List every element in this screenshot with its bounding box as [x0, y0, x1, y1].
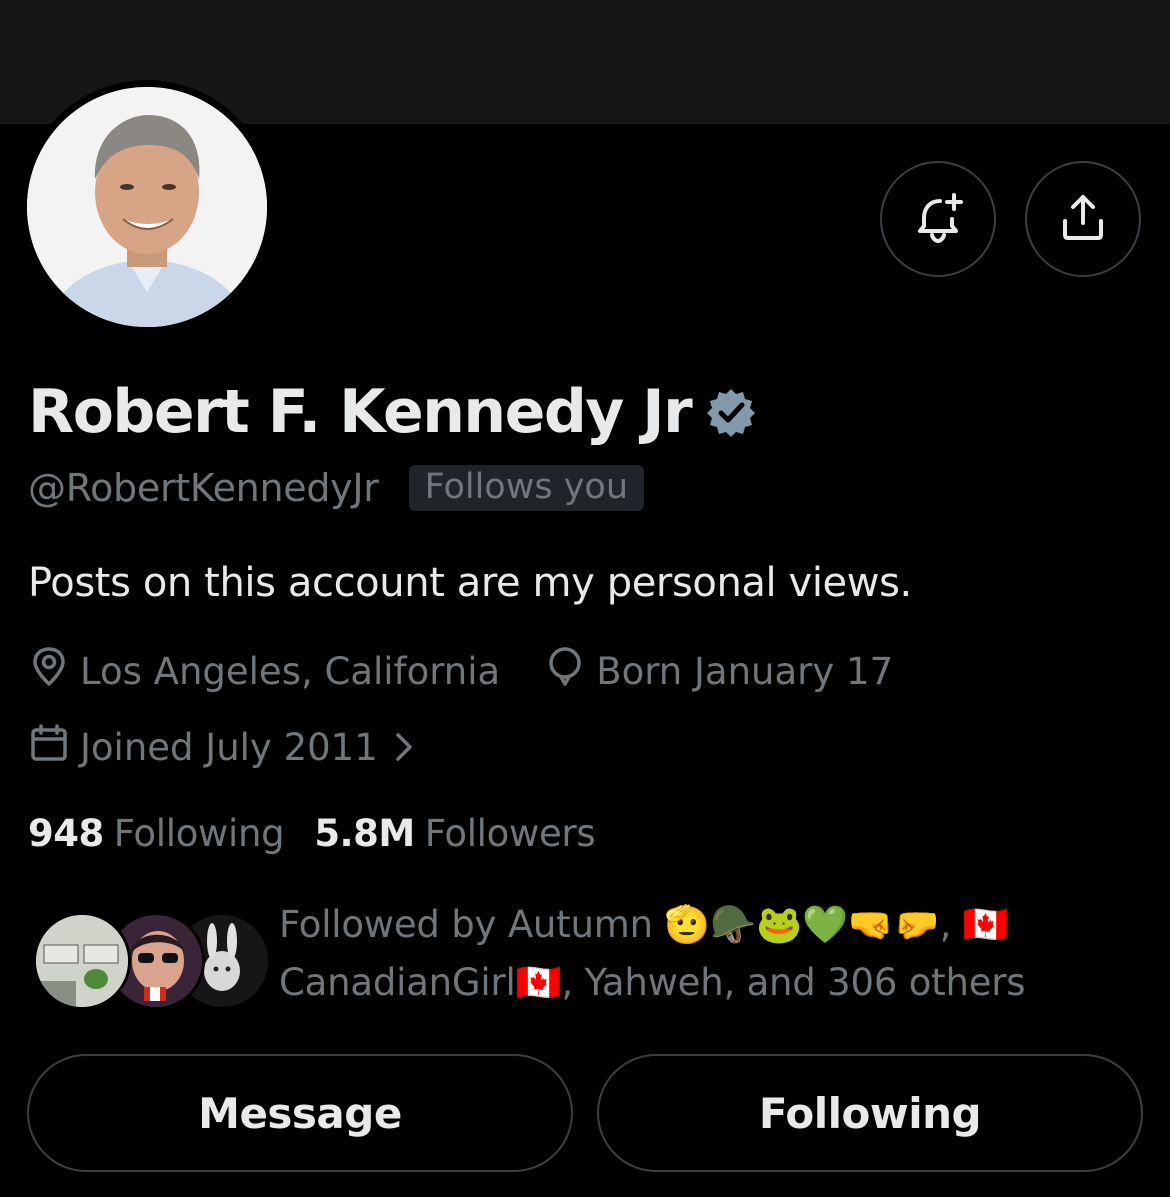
following-label: Following	[113, 811, 285, 855]
mutual-follower-avatar[interactable]	[33, 912, 131, 1010]
joined-text: Joined July 2011	[80, 725, 378, 769]
share-button[interactable]	[1025, 161, 1141, 277]
bell-plus-icon	[910, 189, 966, 249]
followers-stat[interactable]: 5.8M Followers	[314, 812, 595, 855]
calendar-icon	[28, 722, 80, 773]
mutual-followers-avatars[interactable]	[33, 912, 271, 1010]
profile-bio: Posts on this account are my personal vi…	[28, 560, 912, 606]
verified-badge-icon[interactable]	[705, 386, 757, 438]
birthday-item: Born January 17	[544, 646, 893, 697]
handle-row: @RobertKennedyJr Follows you	[28, 460, 645, 516]
followers-count: 5.8M	[314, 811, 415, 855]
message-button[interactable]: Message	[27, 1054, 573, 1172]
followers-label: Followers	[424, 811, 596, 855]
joined-row[interactable]: Joined July 2011	[28, 720, 426, 774]
profile-meta-row: Los Angeles, California Born January 17	[28, 644, 893, 698]
birthday-text: Born January 17	[596, 649, 894, 693]
profile-avatar[interactable]	[27, 87, 267, 327]
profile-handle: @RobertKennedyJr	[28, 466, 379, 510]
following-stat[interactable]: 948 Following	[28, 811, 285, 855]
following-count: 948	[28, 811, 104, 855]
location-item: Los Angeles, California	[28, 646, 500, 697]
chevron-right-icon	[392, 729, 426, 765]
profile-name-row: Robert F. Kennedy Jr	[28, 372, 757, 452]
joined-item[interactable]: Joined July 2011	[28, 722, 426, 773]
profile-name: Robert F. Kennedy Jr	[28, 377, 693, 447]
followed-by-text[interactable]: Followed by Autumn 🫡🪖🐸💚🤜🤛, 🇨🇦 CanadianGi…	[279, 896, 1139, 1012]
balloon-icon	[544, 646, 596, 697]
follow-stats: 948 Following 5.8M Followers	[28, 806, 596, 860]
follows-you-badge: Follows you	[408, 465, 645, 511]
share-icon	[1055, 189, 1111, 249]
location-pin-icon	[28, 646, 80, 697]
location-text: Los Angeles, California	[80, 649, 501, 693]
following-button[interactable]: Following	[597, 1054, 1143, 1172]
notify-button[interactable]	[880, 161, 996, 277]
